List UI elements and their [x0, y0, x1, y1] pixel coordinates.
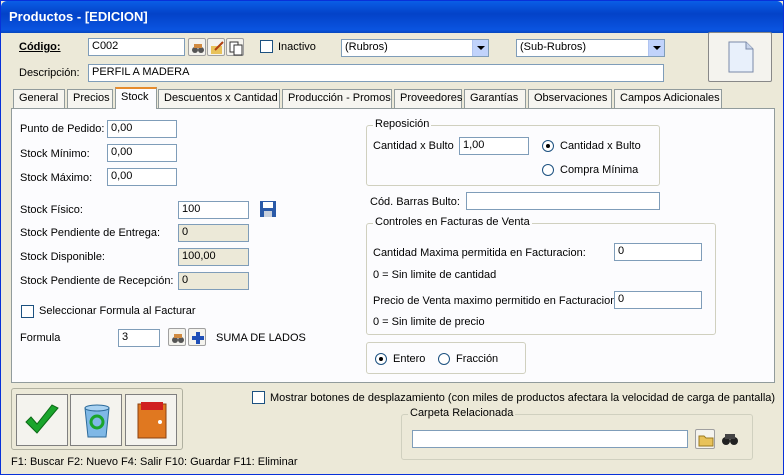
disponible-field: 100,00	[178, 248, 249, 266]
title-bar: Productos - [EDICION]	[1, 1, 783, 33]
stock-panel: Punto de Pedido: 0,00 Stock Mínimo: 0,00…	[11, 108, 775, 383]
folder-pencil-icon	[211, 41, 224, 54]
cant-bulto-field[interactable]: 1,00	[459, 137, 529, 155]
mostrar-checkbox[interactable]	[252, 391, 265, 404]
document-icon	[728, 41, 754, 73]
shortcuts-hint: F1: Buscar F2: Nuevo F4: Salir F10: Guar…	[11, 456, 298, 468]
formula-label: Formula	[20, 332, 61, 344]
recycle-bin-icon	[84, 404, 110, 438]
opt-compra-minima-radio[interactable]	[542, 164, 554, 176]
tab-produccion[interactable]: Producción - Promos	[282, 89, 392, 109]
tab-proveedores[interactable]: Proveedores	[394, 89, 462, 109]
window: Productos - [EDICION] Código: C002 Inact…	[0, 0, 784, 475]
rubros-select[interactable]: (Rubros)	[341, 39, 489, 57]
exit-button[interactable]	[125, 394, 177, 446]
codigo-field[interactable]: C002	[88, 38, 185, 56]
controles-group: Controles en Facturas de Venta Cantidad …	[366, 216, 716, 335]
descripcion-label: Descripción:	[19, 67, 80, 79]
punto-pedido-field[interactable]: 0,00	[107, 120, 177, 138]
image-button[interactable]	[708, 32, 772, 82]
formula-desc: SUMA DE LADOS	[216, 332, 306, 344]
binoculars-icon	[192, 44, 204, 53]
tab-observaciones[interactable]: Observaciones	[528, 89, 612, 109]
stock-fisico-field[interactable]: 100	[178, 201, 249, 219]
delete-button[interactable]	[70, 394, 122, 446]
codigo-label: Código:	[19, 41, 61, 53]
subrubros-select[interactable]: (Sub-Rubros)	[516, 39, 665, 57]
binoculars-icon	[722, 434, 738, 445]
formula-field[interactable]: 3	[118, 329, 160, 347]
entero-label: Entero	[393, 353, 426, 365]
cant-note: 0 = Sin limite de cantidad	[373, 269, 497, 281]
tab-descuentos[interactable]: Descuentos x Cantidad	[158, 89, 280, 109]
plus-icon	[192, 332, 204, 344]
stock-minimo-field[interactable]: 0,00	[107, 144, 177, 162]
accept-button[interactable]	[16, 394, 68, 446]
fraccion-label: Fracción	[456, 353, 499, 365]
opt-cant-bulto-label: Cantidad x Bulto	[560, 140, 641, 152]
subrubros-value: (Sub-Rubros)	[520, 41, 587, 53]
reposicion-group: Reposición Cantidad x Bulto 1,00 Cantida…	[366, 118, 660, 186]
stock-fisico-label: Stock Físico:	[20, 204, 83, 216]
entero-radio[interactable]	[375, 353, 387, 365]
opt-cant-bulto-radio[interactable]	[542, 140, 554, 152]
reposicion-title: Reposición	[373, 118, 432, 130]
pend-entrega-field: 0	[178, 224, 249, 242]
inactivo-checkbox[interactable]	[260, 40, 273, 53]
stock-maximo-label: Stock Máximo:	[20, 172, 93, 184]
copy-icon	[229, 41, 243, 56]
carpeta-title: Carpeta Relacionada	[408, 407, 516, 419]
precio-note: 0 = Sin limite de precio	[373, 316, 485, 328]
open-folder-button[interactable]	[695, 429, 715, 449]
opt-compra-minima-label: Compra Mínima	[560, 164, 639, 176]
folder-icon	[698, 435, 714, 447]
pend-recepcion-label: Stock Pendiente de Recepción:	[20, 275, 174, 287]
tab-campos-adicionales[interactable]: Campos Adicionales	[614, 89, 722, 109]
precio-max-field[interactable]: 0	[614, 291, 702, 309]
search-codigo-button[interactable]	[188, 38, 206, 56]
stock-maximo-field[interactable]: 0,00	[107, 168, 177, 186]
punto-pedido-label: Punto de Pedido:	[20, 123, 105, 135]
barras-label: Cód. Barras Bulto:	[370, 196, 460, 208]
stock-minimo-label: Stock Mínimo:	[20, 148, 90, 160]
tab-stock[interactable]: Stock	[115, 87, 157, 109]
exit-door-icon	[137, 402, 167, 439]
carpeta-field[interactable]	[412, 430, 688, 448]
chevron-down-icon[interactable]	[648, 40, 664, 56]
tab-general[interactable]: General	[13, 89, 65, 109]
descripcion-field[interactable]: PERFIL A MADERA	[88, 64, 664, 82]
search-folder-button[interactable]	[719, 429, 741, 449]
binoculars-icon	[172, 334, 184, 343]
chevron-down-icon[interactable]	[472, 40, 488, 56]
search-formula-button[interactable]	[168, 328, 186, 346]
sel-formula-checkbox[interactable]	[21, 305, 34, 318]
disponible-label: Stock Disponible:	[20, 251, 105, 263]
cant-max-label: Cantidad Maxima permitida en Facturacion…	[373, 247, 586, 259]
tab-precios[interactable]: Precios	[67, 89, 113, 109]
mostrar-label: Mostrar botones de desplazamiento (con m…	[270, 392, 776, 404]
barras-field[interactable]	[466, 192, 660, 210]
inactivo-label: Inactivo	[278, 41, 316, 53]
checkmark-icon	[25, 404, 59, 434]
cant-bulto-label: Cantidad x Bulto	[373, 140, 454, 152]
floppy-disk-icon	[260, 201, 276, 217]
tipo-group: Entero Fracción	[366, 342, 526, 374]
sel-formula-label: Seleccionar Formula al Facturar	[39, 305, 196, 317]
tab-garantias[interactable]: Garantías	[464, 89, 526, 109]
cant-max-field[interactable]: 0	[614, 243, 702, 261]
copy-codigo-button[interactable]	[226, 38, 244, 56]
add-formula-button[interactable]	[188, 328, 206, 346]
edit-codigo-button[interactable]	[207, 38, 225, 56]
precio-max-label: Precio de Venta maximo permitido en Fact…	[373, 295, 620, 307]
save-stock-button[interactable]	[259, 200, 277, 218]
controles-title: Controles en Facturas de Venta	[373, 216, 532, 228]
pend-recepcion-field: 0	[178, 272, 249, 290]
rubros-value: (Rubros)	[345, 41, 388, 53]
pend-entrega-label: Stock Pendiente de Entrega:	[20, 227, 161, 239]
fraccion-radio[interactable]	[438, 353, 450, 365]
window-title: Productos - [EDICION]	[9, 9, 148, 24]
